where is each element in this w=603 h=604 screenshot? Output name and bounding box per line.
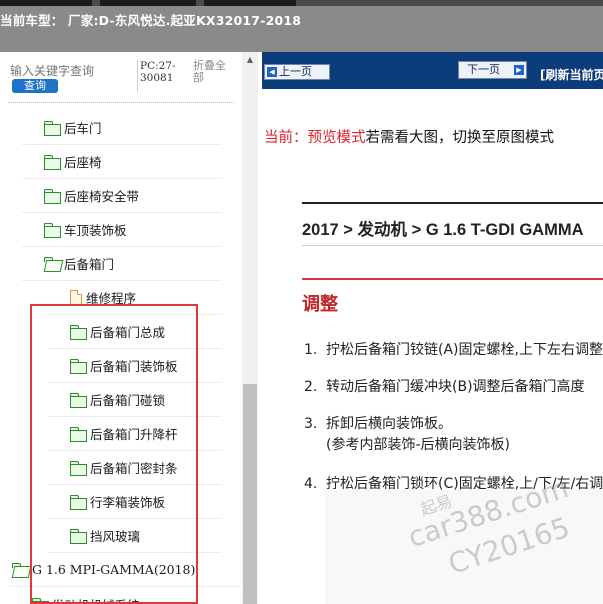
step-text: 拧松后备箱门铰链(A)固定螺栓,上下左右调整 xyxy=(326,342,603,358)
tree-item-label: 后座椅安全带 xyxy=(64,189,140,204)
folder-icon xyxy=(44,223,61,238)
step-number: 3. xyxy=(304,416,318,432)
refresh-page-link[interactable]: [刷新当前页] xyxy=(540,66,603,83)
tree-item[interactable]: G 1.6 MPI-GAMMA(2018) xyxy=(10,553,242,587)
step-text: 拆卸后横向装饰板。 xyxy=(326,416,452,432)
tree-item[interactable]: 后座椅安全带 xyxy=(22,179,222,213)
tree-item[interactable]: 行李箱装饰板 xyxy=(48,485,222,519)
search-button[interactable]: 查询 xyxy=(12,79,58,93)
scroll-thumb[interactable] xyxy=(243,384,257,604)
procedure-step: 4. 拧松后备箱门锁环(C)固定螺栓,上/下/左/右调整 xyxy=(304,474,603,495)
breadcrumb-divider xyxy=(302,245,603,246)
top-header-bar: 当前车型： 厂家:D-东风悦达.起亚KX32017-2018 xyxy=(0,0,603,52)
folder-icon xyxy=(70,427,87,442)
tree-item-label: 挡风玻璃 xyxy=(90,529,141,544)
arrow-right-icon: ▶ xyxy=(514,65,524,75)
tree-scrollbar[interactable]: ▲ xyxy=(242,52,258,604)
arrow-left-icon: ◀ xyxy=(267,67,277,77)
page-nav-bar: ◀ 上一页 下一页 ▶ [刷新当前页] xyxy=(262,52,603,89)
folder-icon xyxy=(32,597,49,604)
folder-icon xyxy=(44,155,61,170)
content-pane: ◀ 上一页 下一页 ▶ [刷新当前页] 当前：预览模式若需看大图，切换至原图模式… xyxy=(262,52,603,604)
document-icon xyxy=(70,290,82,305)
procedure-step: 3. 拆卸后横向装饰板。 (参考内部装饰-后横向装饰板) xyxy=(304,414,510,456)
tree-item[interactable]: 后备箱门碰锁 xyxy=(48,383,222,417)
collapse-all-link[interactable]: 折叠全部 xyxy=(193,60,233,84)
tree-item-label: 后车门 xyxy=(64,121,102,136)
tree-item-label: 车顶装饰板 xyxy=(64,223,127,238)
step-number: 4. xyxy=(304,476,318,492)
tree-item[interactable]: 发动机机械系统 xyxy=(30,587,242,604)
window-tab-strip xyxy=(0,0,603,6)
prev-page-button[interactable]: ◀ 上一页 xyxy=(264,64,330,80)
tree-item[interactable]: 车顶装饰板 xyxy=(22,213,222,247)
tree-item[interactable]: 后备箱门装饰板 xyxy=(48,349,222,383)
switch-mode-hint[interactable]: 若需看大图，切换至原图模式 xyxy=(366,130,555,146)
preview-mode-label: 当前：预览模式 xyxy=(264,130,366,146)
step-subtext: (参考内部装饰-后横向装饰板) xyxy=(326,437,510,453)
search-input[interactable] xyxy=(10,62,102,80)
window-tab[interactable] xyxy=(0,0,92,6)
folder-open-icon xyxy=(44,257,60,270)
folder-open-icon xyxy=(12,563,28,576)
step-number: 1. xyxy=(304,342,318,358)
window-tab[interactable] xyxy=(204,0,296,6)
tree-item[interactable]: 维修程序 xyxy=(48,281,222,315)
next-page-button[interactable]: 下一页 ▶ xyxy=(458,61,527,79)
folder-icon xyxy=(44,189,61,204)
folder-icon xyxy=(70,325,87,340)
tree-item-label: 行李箱装饰板 xyxy=(90,495,166,510)
tree-item-label: 后备箱门碰锁 xyxy=(90,393,166,408)
tree-item-label: 后备箱门总成 xyxy=(90,325,166,340)
section-heading: 调整 xyxy=(302,278,603,316)
step-text: 转动后备箱门缓冲块(B)调整后备箱门高度 xyxy=(326,379,585,395)
pc-range-label: PC:27-30081 xyxy=(137,60,179,92)
tree-item-label: 后备箱门装饰板 xyxy=(90,359,178,374)
catalog-tree-pane: 查询 PC:27-30081 折叠全部 后车门后座椅后座椅安全带车顶装饰板后备箱… xyxy=(0,52,258,604)
folder-icon xyxy=(70,359,87,374)
step-number: 2. xyxy=(304,379,318,395)
preview-mode-note: 当前：预览模式若需看大图，切换至原图模式 xyxy=(264,126,554,147)
scroll-up-arrow-icon[interactable]: ▲ xyxy=(242,52,258,68)
tree-item[interactable]: 后备箱门总成 xyxy=(48,315,222,349)
folder-icon xyxy=(70,529,87,544)
window-tab[interactable] xyxy=(100,0,196,6)
tree-item-label: G 1.6 MPI-GAMMA(2018) xyxy=(32,562,196,577)
tree-item-label: 维修程序 xyxy=(86,291,137,306)
document-breadcrumb: 2017 > 发动机 > G 1.6 T-GDI GAMMA xyxy=(302,202,603,240)
tree-item[interactable]: 后备箱门升降杆 xyxy=(48,417,222,451)
tree-item[interactable]: 挡风玻璃 xyxy=(48,519,222,553)
tree-item[interactable]: 后车门 xyxy=(22,111,222,145)
procedure-step: 1. 拧松后备箱门铰链(A)固定螺栓,上下左右调整 xyxy=(304,340,603,361)
folder-icon xyxy=(70,393,87,408)
tree-item-label: 后备箱门 xyxy=(64,257,115,272)
step-text: 拧松后备箱门锁环(C)固定螺栓,上/下/左/右调整 xyxy=(326,476,603,492)
next-page-label: 下一页 xyxy=(467,63,500,76)
search-divider xyxy=(8,102,234,103)
tree-item[interactable]: 后座椅 xyxy=(22,145,222,179)
current-model-label: 当前车型： 厂家:D-东风悦达.起亚KX32017-2018 xyxy=(0,13,302,28)
folder-icon xyxy=(70,461,87,476)
tree-item-label: 后座椅 xyxy=(64,155,102,170)
tree-item-label: 后备箱门密封条 xyxy=(90,461,178,476)
folder-icon xyxy=(70,495,87,510)
folder-icon xyxy=(44,121,61,136)
procedure-step: 2. 转动后备箱门缓冲块(B)调整后备箱门高度 xyxy=(304,377,585,398)
tree-item-label: 后备箱门升降杆 xyxy=(90,427,178,442)
tree-item-label: 发动机机械系统 xyxy=(52,595,140,604)
tree-item[interactable]: 后备箱门密封条 xyxy=(48,451,222,485)
prev-page-label: 上一页 xyxy=(279,65,312,78)
tree-item[interactable]: 后备箱门 xyxy=(22,247,222,281)
